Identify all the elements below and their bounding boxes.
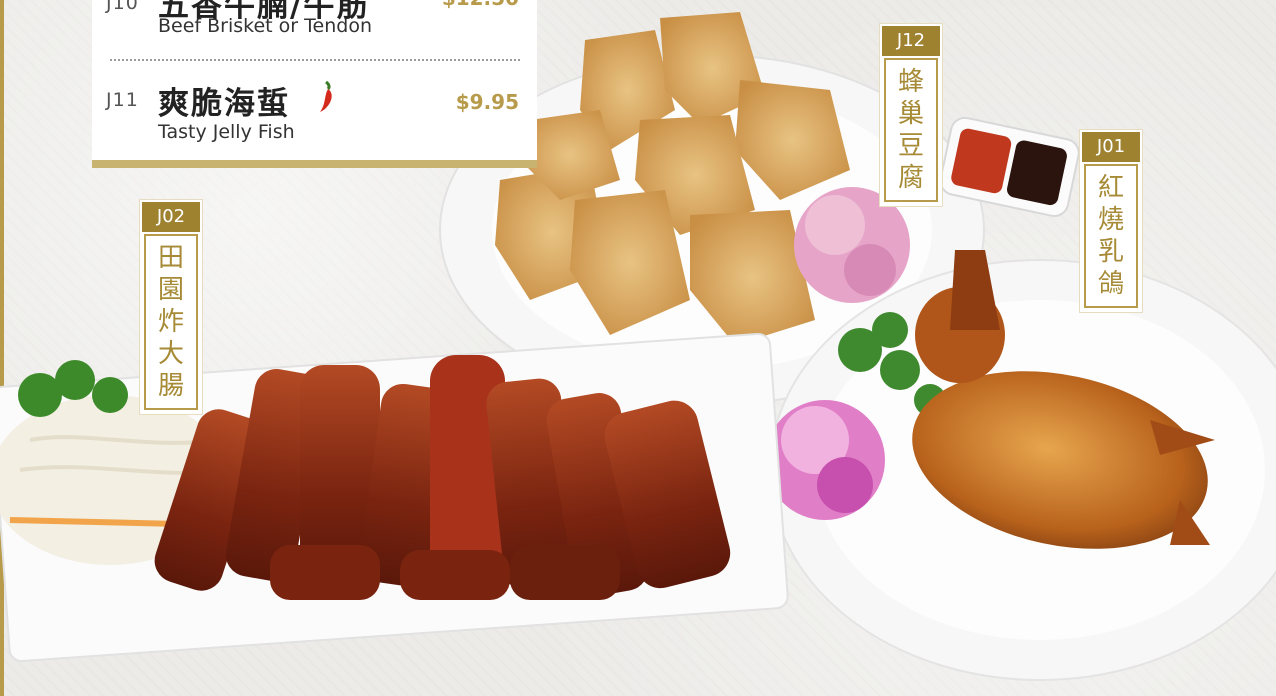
menu-card: J10 五香牛腩/牛筋 Beef Brisket or Tendon $12.5… — [92, 0, 537, 163]
menu-item-name-en: Beef Brisket or Tendon — [158, 15, 372, 37]
dish-label-char: 蜂 — [897, 67, 924, 97]
dish-label-char: 腸 — [157, 371, 184, 401]
menu-item-code: J11 — [106, 89, 139, 111]
dish-label-char: 鴿 — [1097, 269, 1124, 299]
menu-item-price: $9.95 — [455, 90, 519, 114]
dish-label-char: 炸 — [157, 307, 184, 337]
dish-label-name: 田 園 炸 大 腸 — [144, 234, 198, 410]
dish-label-code: J02 — [142, 202, 200, 232]
dish-label-char: 紅 — [1097, 173, 1124, 203]
dish-label-char: 豆 — [897, 131, 924, 161]
dotted-divider — [110, 59, 520, 61]
dish-label-j01: J01 紅 燒 乳 鴿 — [1080, 130, 1142, 312]
menu-item-code: J10 — [106, 0, 139, 14]
dish-label-char: 大 — [157, 339, 184, 369]
dish-label-char: 田 — [157, 243, 184, 273]
menu-item-name-en: Tasty Jelly Fish — [158, 121, 295, 143]
menu-card-gold-bar — [92, 160, 537, 168]
dish-label-char: 巢 — [897, 99, 924, 129]
dish-label-j02: J02 田 園 炸 大 腸 — [140, 200, 202, 414]
dish-label-char: 腐 — [897, 163, 924, 193]
dish-label-char: 燒 — [1097, 205, 1124, 235]
dish-label-char: 園 — [157, 275, 184, 305]
dish-label-code: J01 — [1082, 132, 1140, 162]
menu-item-name-cn: 爽脆海蜇 — [158, 86, 290, 122]
dish-label-char: 乳 — [1097, 237, 1124, 267]
dish-label-code: J12 — [882, 26, 940, 56]
dish-label-name: 紅 燒 乳 鴿 — [1084, 164, 1138, 308]
dish-label-name: 蜂 巢 豆 腐 — [884, 58, 938, 202]
menu-item-price: $12.50 — [442, 0, 519, 10]
dish-label-j12: J12 蜂 巢 豆 腐 — [880, 24, 942, 206]
chili-pepper-icon — [320, 80, 332, 112]
